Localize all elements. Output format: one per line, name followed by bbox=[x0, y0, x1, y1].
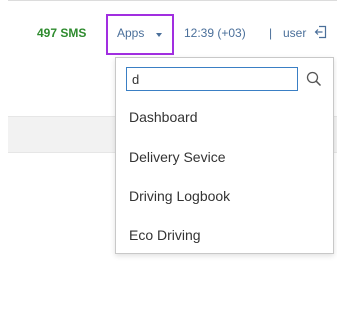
menu-item-driving-logbook[interactable]: Driving Logbook bbox=[129, 188, 230, 204]
sms-balance-link[interactable]: 497 SMS bbox=[37, 26, 86, 40]
search-icon[interactable] bbox=[306, 71, 322, 87]
menu-item-eco-driving[interactable]: Eco Driving bbox=[129, 227, 201, 243]
app-screen: 497 SMS Apps 12:39 (+03) | user Dashboar… bbox=[0, 0, 337, 318]
top-divider bbox=[8, 0, 337, 1]
menu-item-dashboard[interactable]: Dashboard bbox=[129, 109, 198, 125]
logout-icon[interactable] bbox=[314, 25, 327, 39]
menu-item-delivery-service[interactable]: Delivery Sevice bbox=[129, 149, 225, 165]
apps-menu-label: Apps bbox=[117, 26, 145, 40]
apps-search-input[interactable] bbox=[126, 67, 298, 91]
apps-dropdown-menu: Dashboard Delivery Sevice Driving Logboo… bbox=[115, 57, 334, 254]
clock-display: 12:39 (+03) bbox=[184, 26, 246, 40]
apps-menu-button[interactable]: Apps bbox=[106, 14, 174, 55]
user-menu-link[interactable]: user bbox=[283, 26, 306, 40]
caret-down-icon bbox=[156, 33, 162, 37]
topbar-separator: | bbox=[269, 26, 273, 40]
top-bar: 497 SMS Apps 12:39 (+03) | user bbox=[0, 14, 337, 58]
